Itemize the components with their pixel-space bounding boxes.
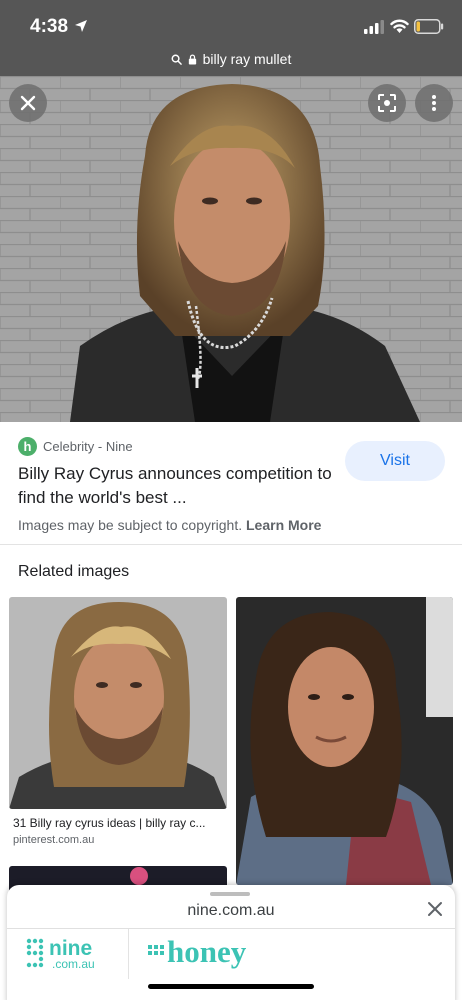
related-photo xyxy=(9,597,227,809)
related-caption-1[interactable]: 31 Billy ray cyrus ideas | billy ray c..… xyxy=(13,816,225,830)
copyright-notice: Images may be subject to copyright. Lear… xyxy=(18,517,321,533)
related-photo xyxy=(236,597,453,885)
section-divider xyxy=(0,544,462,545)
result-source[interactable]: h Celebrity - Nine xyxy=(18,437,133,456)
url-bar[interactable]: billy ray mullet xyxy=(0,48,462,70)
sheet-divider xyxy=(7,928,455,929)
hero-image[interactable] xyxy=(0,76,462,422)
url-text: billy ray mullet xyxy=(202,51,292,67)
honey-logo: honey xyxy=(148,934,247,969)
nine-logo: nine .com.au xyxy=(26,937,95,971)
close-viewer-button[interactable] xyxy=(9,84,47,122)
battery-icon xyxy=(414,19,444,34)
cellular-signal-icon xyxy=(364,20,384,34)
lens-icon xyxy=(378,94,396,112)
svg-text:.com.au: .com.au xyxy=(52,957,95,971)
close-icon xyxy=(20,95,36,111)
lock-icon xyxy=(188,53,196,65)
close-icon[interactable] xyxy=(425,899,445,919)
related-image-2[interactable] xyxy=(236,597,453,885)
sheet-url: nine.com.au xyxy=(187,902,275,919)
related-image-1[interactable] xyxy=(9,597,227,809)
copyright-text: Images may be subject to copyright. xyxy=(18,517,243,533)
logo-divider xyxy=(128,929,129,979)
status-time: 4:38 xyxy=(30,16,69,37)
lens-search-button[interactable] xyxy=(368,84,406,122)
related-domain-1: pinterest.com.au xyxy=(13,834,95,846)
portrait-photo xyxy=(0,76,462,422)
status-bar: 4:38 billy ray mullet xyxy=(0,0,462,76)
search-icon xyxy=(171,54,182,65)
location-arrow-icon xyxy=(75,20,87,32)
svg-text:honey: honey xyxy=(167,934,247,969)
home-indicator[interactable] xyxy=(148,984,314,989)
site-preview-sheet[interactable]: nine.com.au nine .com.au honey xyxy=(7,885,455,1000)
source-name: Celebrity - Nine xyxy=(43,439,133,454)
wifi-icon xyxy=(390,19,409,33)
result-title[interactable]: Billy Ray Cyrus announces competition to… xyxy=(18,462,343,510)
related-images-heading: Related images xyxy=(18,563,130,580)
source-favicon-icon: h xyxy=(18,437,37,456)
sheet-drag-handle[interactable] xyxy=(210,892,250,896)
more-options-button[interactable] xyxy=(415,84,453,122)
visit-button[interactable]: Visit xyxy=(345,441,445,481)
more-vertical-icon xyxy=(432,95,436,111)
learn-more-link[interactable]: Learn More xyxy=(246,517,321,533)
